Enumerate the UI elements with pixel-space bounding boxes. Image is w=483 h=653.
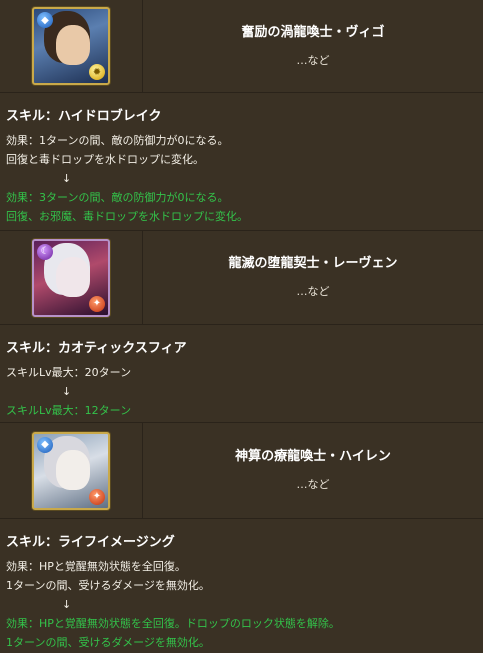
skill-update-list: ◆ ✹ 奮励の渦龍喚士・ヴィゴ …など スキル：ハイドロブレイク 効果：1ターン… — [0, 0, 483, 653]
fire-orb-icon: ✦ — [89, 295, 105, 312]
monster-name: 奮励の渦龍喚士・ヴィゴ — [241, 24, 385, 40]
dark-orb-icon: ☾ — [37, 243, 53, 260]
skill-after-line: 回復、お邪魔、毒ドロップを水ドロップに変化。 — [6, 210, 248, 223]
skill-before-line: 効果：HPと覚醒無効状態を全回復。 — [6, 560, 186, 573]
name-cell: 神算の療龍喚士・ハイレン …など — [143, 423, 483, 518]
skill-block: スキル：ハイドロブレイク 効果：1ターンの間、敵の防御力が0になる。 回復と毒ド… — [0, 93, 483, 231]
card-section-vigo: ◆ ✹ 奮励の渦龍喚士・ヴィゴ …など スキル：ハイドロブレイク 効果：1ターン… — [0, 0, 483, 231]
skill-block: スキル：カオティックスフィア スキルLv最大：20ターン ↓ スキルLv最大：1… — [0, 325, 483, 423]
portrait-face — [56, 256, 90, 297]
card-header-row: ◆ ✹ 奮励の渦龍喚士・ヴィゴ …など — [0, 0, 483, 93]
card-header-row: ☾ ✦ 龍滅の堕龍契士・レーヴェン …など — [0, 231, 483, 325]
skill-title: スキル：カオティックスフィア — [6, 341, 187, 356]
skill-after-line: 1ターンの間、受けるダメージを無効化。 — [6, 636, 210, 649]
monster-portrait-hairen[interactable]: ◆ ✦ — [32, 431, 110, 510]
card-section-raven: ☾ ✦ 龍滅の堕龍契士・レーヴェン …など スキル：カオティックスフィア スキル… — [0, 231, 483, 423]
skill-title: スキル：ライフイメージング — [6, 535, 175, 550]
skill-before-line: 回復と毒ドロップを水ドロップに変化。 — [6, 153, 204, 166]
monster-name: 神算の療龍喚士・ハイレン — [235, 449, 391, 464]
portrait-face — [56, 25, 90, 65]
name-cell: 龍滅の堕龍契士・レーヴェン …など — [143, 231, 483, 324]
down-arrow-icon: ↓ — [62, 172, 72, 185]
monster-name: 龍滅の堕龍契士・レーヴェン — [228, 256, 398, 271]
skill-before-line: 1ターンの間、受けるダメージを無効化。 — [6, 579, 210, 592]
fire-orb-icon: ✦ — [89, 488, 105, 505]
thumbnail-cell: ☾ ✦ — [0, 231, 143, 324]
thumbnail-cell: ◆ ✹ — [0, 0, 143, 92]
skill-after-line: 効果：HPと覚醒無効状態を全回復。ドロップのロック状態を解除。 — [6, 617, 340, 630]
monster-portrait-raven[interactable]: ☾ ✦ — [32, 238, 110, 317]
portrait-face — [56, 449, 90, 490]
monster-portrait-vigo[interactable]: ◆ ✹ — [32, 7, 110, 85]
skill-title: スキル：ハイドロブレイク — [6, 109, 162, 124]
skill-before-line: スキルLv最大：20ターン — [6, 366, 132, 379]
water-orb-icon: ◆ — [37, 436, 53, 453]
down-arrow-icon: ↓ — [62, 385, 72, 398]
thumbnail-cell: ◆ ✦ — [0, 423, 143, 518]
skill-block: スキル：ライフイメージング 効果：HPと覚醒無効状態を全回復。 1ターンの間、受… — [0, 519, 483, 651]
skill-after-line: スキルLv最大：12ターン — [6, 404, 132, 417]
name-cell: 奮励の渦龍喚士・ヴィゴ …など — [143, 0, 483, 92]
light-orb-icon: ✹ — [89, 64, 105, 80]
etc-label: …など — [296, 478, 330, 491]
skill-before-line: 効果：1ターンの間、敵の防御力が0になる。 — [6, 134, 229, 147]
water-orb-icon: ◆ — [37, 12, 53, 28]
etc-label: …など — [296, 285, 330, 298]
down-arrow-icon: ↓ — [62, 598, 72, 611]
etc-label: …など — [296, 53, 330, 67]
skill-after-line: 効果：3ターンの間、敵の防御力が0になる。 — [6, 191, 229, 204]
card-section-hairen: ◆ ✦ 神算の療龍喚士・ハイレン …など スキル：ライフイメージング 効果：HP… — [0, 423, 483, 651]
card-header-row: ◆ ✦ 神算の療龍喚士・ハイレン …など — [0, 423, 483, 519]
